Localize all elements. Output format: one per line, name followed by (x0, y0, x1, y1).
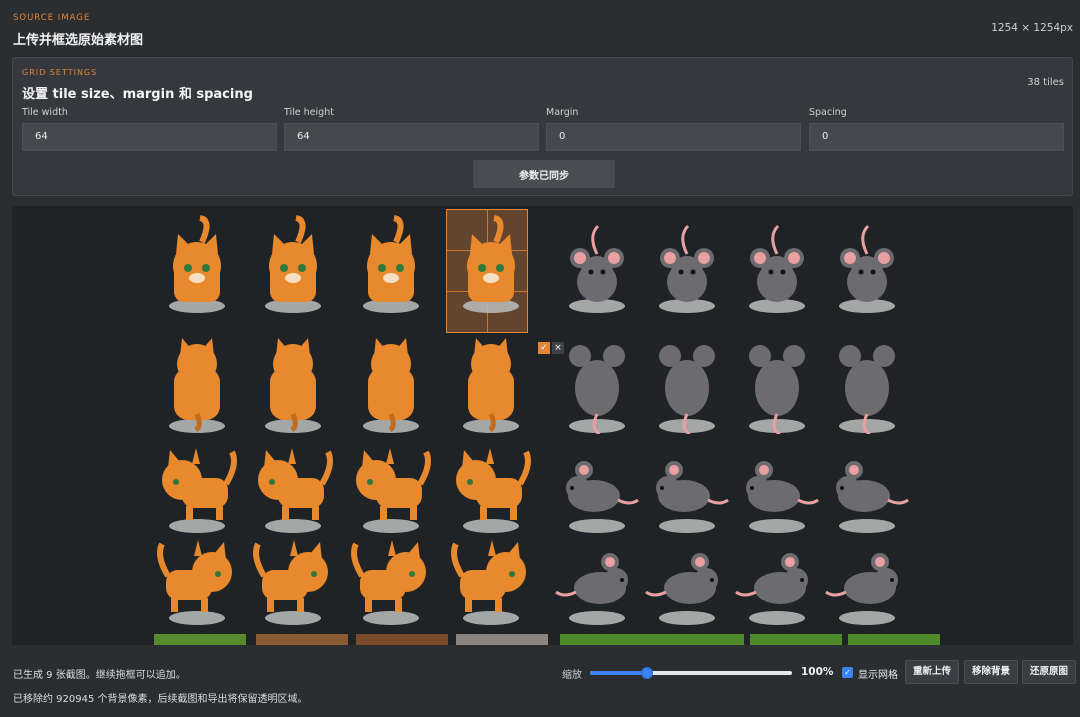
zoom-slider-fill (590, 671, 647, 675)
grid-settings-eyebrow: GRID SETTINGS (22, 68, 98, 77)
page-title: 上传并框选原始素材图 (13, 33, 144, 48)
mouse-sprite (645, 553, 718, 625)
zoom-label: 缩放 (562, 670, 582, 681)
source-image-header: SOURCE IMAGE 上传并框选原始素材图 1254 × 1254px (0, 0, 1080, 54)
cat-sprite (463, 338, 519, 433)
mouse-sprite (569, 345, 625, 434)
zoom-value: 100% (801, 666, 834, 678)
spacing-input[interactable]: 0 (809, 123, 1064, 151)
mouse-sprite (569, 224, 625, 313)
margin-field: Margin 0 (546, 107, 801, 151)
tile-height-field: Tile height 64 (284, 107, 539, 151)
tile-width-field: Tile width 64 (22, 107, 277, 151)
cat-sprite (456, 448, 531, 533)
tile-width-input[interactable]: 64 (22, 123, 277, 151)
cat-sprite (253, 540, 328, 625)
tile-width-label: Tile width (22, 107, 68, 118)
mouse-sprite (749, 224, 805, 313)
cat-sprite (463, 215, 519, 313)
mouse-sprite (836, 461, 909, 533)
mouse-sprite (566, 461, 639, 533)
mouse-sprite (656, 461, 729, 533)
check-icon[interactable]: ✓ (538, 342, 550, 354)
tile-height-input[interactable]: 64 (284, 123, 539, 151)
show-grid-label[interactable]: 显示网格 (858, 666, 898, 681)
zoom-slider[interactable] (590, 667, 792, 679)
spacing-field: Spacing 0 (809, 107, 1064, 151)
status-message: 已生成 9 张截图。继续拖框可以追加。 (13, 670, 186, 681)
restore-original-button[interactable]: 还原原图 (1022, 660, 1076, 684)
grid-settings-title: 设置 tile size、margin 和 spacing (22, 87, 253, 102)
ground-tile (256, 634, 348, 645)
cat-sprite (162, 448, 237, 533)
reupload-button[interactable]: 重新上传 (905, 660, 959, 684)
ground-tile (848, 634, 940, 645)
tile-count: 38 tiles (1027, 77, 1064, 88)
grid-settings-panel: GRID SETTINGS 设置 tile size、margin 和 spac… (12, 57, 1073, 196)
remove-background-button[interactable]: 移除背景 (964, 660, 1018, 684)
cat-sprite (363, 338, 419, 433)
margin-label: Margin (546, 107, 579, 118)
mouse-sprite (825, 553, 898, 625)
cat-sprite (356, 448, 431, 533)
cat-sprite (351, 540, 426, 625)
mouse-sprite (555, 553, 628, 625)
ground-tile (356, 634, 448, 645)
ground-tile (154, 634, 246, 645)
show-grid-checkbox[interactable]: ✓ (842, 667, 853, 678)
image-dimensions: 1254 × 1254px (991, 22, 1073, 34)
sprite-canvas[interactable]: ✓ × (12, 206, 1073, 645)
mouse-sprite (746, 461, 819, 533)
zoom-slider-thumb[interactable] (640, 667, 653, 679)
mouse-sprite (735, 553, 808, 625)
footer-toolbar: 已生成 9 张截图。继续拖框可以追加。 已移除约 920945 个背景像素，后续… (0, 650, 1080, 717)
mouse-sprite (749, 345, 805, 434)
cat-sprite (169, 215, 225, 313)
mouse-sprite (659, 345, 715, 434)
sync-params-button[interactable]: 参数已同步 (473, 160, 615, 188)
mouse-sprite (839, 224, 895, 313)
mouse-sprite (659, 224, 715, 313)
ground-tile (456, 634, 548, 645)
ground-tile (750, 634, 842, 645)
ground-tile (652, 634, 744, 645)
cat-sprite (169, 338, 225, 433)
ground-tile (560, 634, 652, 645)
mouse-sprite (839, 345, 895, 434)
cat-sprite (363, 215, 419, 313)
cat-sprite (157, 540, 232, 625)
cat-sprite (258, 448, 333, 533)
cat-sprite (265, 338, 321, 433)
tile-height-label: Tile height (284, 107, 334, 118)
margin-input[interactable]: 0 (546, 123, 801, 151)
cat-sprite (265, 215, 321, 313)
background-removal-status: 已移除约 920945 个背景像素，后续截图和导出将保留透明区域。 (13, 694, 308, 705)
source-image-eyebrow: SOURCE IMAGE (13, 13, 91, 23)
spacing-label: Spacing (809, 107, 847, 118)
cat-sprite (451, 540, 526, 625)
